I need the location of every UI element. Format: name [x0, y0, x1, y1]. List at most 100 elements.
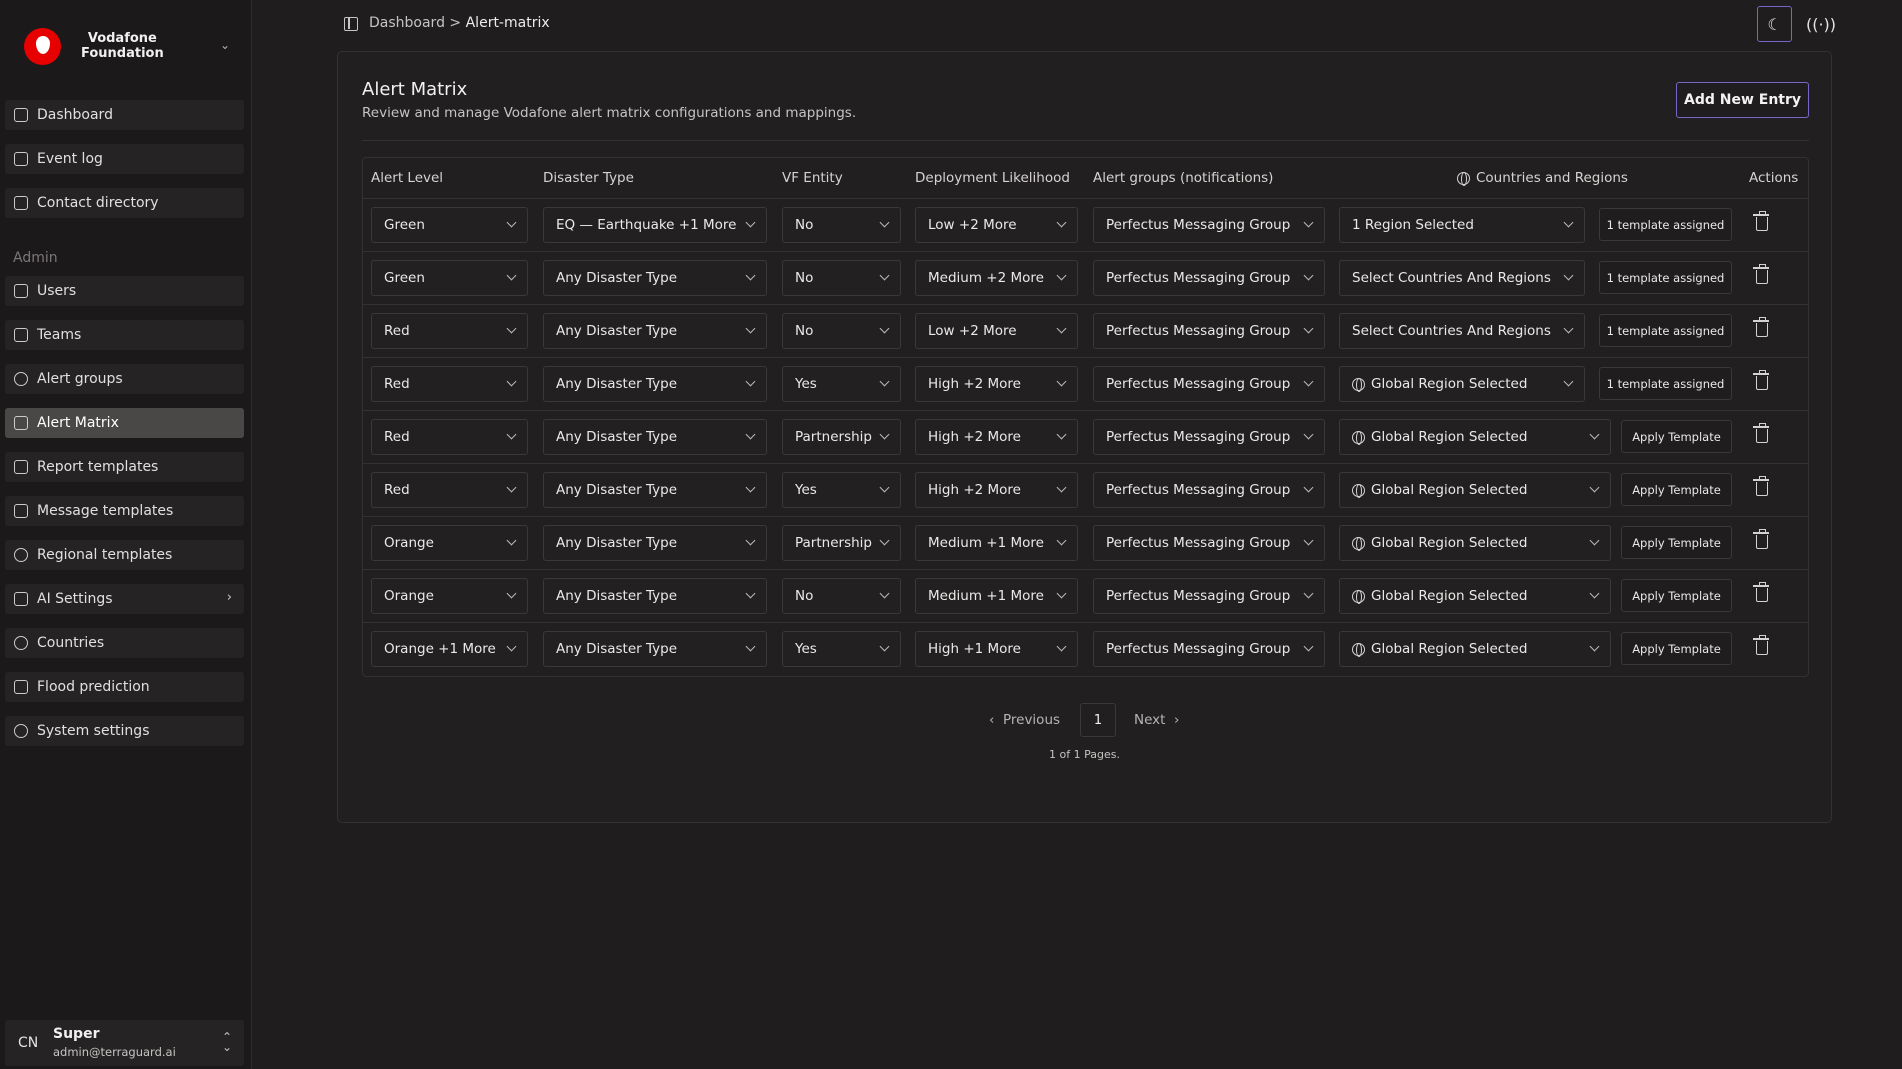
trash-icon[interactable] — [1753, 370, 1769, 390]
apply-template-button[interactable]: Apply Template — [1621, 473, 1732, 506]
sidebar-item-system-settings[interactable]: System settings — [5, 716, 244, 746]
vf-entity-select[interactable]: Partnership — [782, 419, 901, 455]
alert-level-select[interactable]: Green — [371, 260, 528, 296]
sidebar-item-regional-templates[interactable]: Regional templates — [5, 540, 244, 570]
sidebar-item-alert-matrix[interactable]: Alert Matrix — [5, 408, 244, 438]
countries-regions-select[interactable]: Global Region Selected — [1339, 578, 1611, 614]
theme-toggle-button[interactable]: ☾ — [1757, 6, 1792, 42]
alert-group-select[interactable]: Perfectus Messaging Group — [1093, 631, 1325, 667]
trash-icon[interactable] — [1753, 423, 1769, 443]
alert-group-select[interactable]: Perfectus Messaging Group — [1093, 419, 1325, 455]
alert-level-select[interactable]: Orange +1 More — [371, 631, 528, 667]
alert-group-select[interactable]: Perfectus Messaging Group — [1093, 207, 1325, 243]
trash-icon[interactable] — [1753, 476, 1769, 496]
alert-group-select[interactable]: Perfectus Messaging Group — [1093, 578, 1325, 614]
disaster-type-select[interactable]: EQ — Earthquake +1 More — [543, 207, 767, 243]
org-switcher[interactable]: Vodafone Foundation ⌄ — [0, 0, 252, 92]
countries-regions-select[interactable]: 1 Region Selected — [1339, 207, 1585, 243]
sidebar-item-contact-directory[interactable]: Contact directory — [5, 188, 244, 218]
countries-regions-select[interactable]: Global Region Selected — [1339, 525, 1611, 561]
sidebar-item-users[interactable]: Users — [5, 276, 244, 306]
deployment-likelihood-select[interactable]: High +2 More — [915, 366, 1078, 402]
disaster-type-select[interactable]: Any Disaster Type — [543, 472, 767, 508]
sidebar-item-dashboard[interactable]: Dashboard — [5, 100, 244, 130]
add-new-entry-button[interactable]: Add New Entry — [1676, 82, 1809, 118]
broadcast-button[interactable]: ((·)) — [1806, 10, 1836, 38]
countries-regions-select[interactable]: Select Countries And Regions — [1339, 313, 1585, 349]
trash-icon[interactable] — [1753, 582, 1769, 602]
deployment-likelihood-select[interactable]: Medium +2 More — [915, 260, 1078, 296]
countries-regions-select[interactable]: Global Region Selected — [1339, 631, 1611, 667]
chevron-down-icon — [1303, 429, 1314, 440]
disaster-type-select[interactable]: Any Disaster Type — [543, 366, 767, 402]
sidebar-item-flood-prediction[interactable]: Flood prediction — [5, 672, 244, 702]
sidebar-toggle-icon[interactable] — [344, 17, 358, 31]
sidebar-item-alert-groups[interactable]: Alert groups — [5, 364, 244, 394]
template-assigned-button[interactable]: 1 template assigned — [1599, 208, 1732, 241]
apply-template-button[interactable]: Apply Template — [1621, 579, 1732, 612]
disaster-type-select[interactable]: Any Disaster Type — [543, 578, 767, 614]
vf-entity-select[interactable]: No — [782, 313, 901, 349]
alert-group-select[interactable]: Perfectus Messaging Group — [1093, 472, 1325, 508]
alert-group-select[interactable]: Perfectus Messaging Group — [1093, 313, 1325, 349]
template-assigned-button[interactable]: 1 template assigned — [1599, 261, 1732, 294]
alert-level-select[interactable]: Red — [371, 366, 528, 402]
breadcrumb-dashboard[interactable]: Dashboard — [369, 15, 445, 31]
sidebar-item-ai-settings[interactable]: AI Settings › — [5, 584, 244, 614]
template-assigned-button[interactable]: 1 template assigned — [1599, 314, 1732, 347]
vf-entity-select[interactable]: Yes — [782, 472, 901, 508]
sidebar-item-teams[interactable]: Teams — [5, 320, 244, 350]
user-menu[interactable]: CN Super admin@terraguard.ai ⌃ ⌄ — [5, 1020, 244, 1066]
deployment-likelihood-select[interactable]: High +2 More — [915, 472, 1078, 508]
vf-entity-select[interactable]: Yes — [782, 631, 901, 667]
sidebar-item-message-templates[interactable]: Message templates — [5, 496, 244, 526]
vf-entity-select[interactable]: Yes — [782, 366, 901, 402]
trash-icon[interactable] — [1753, 211, 1769, 231]
vf-entity-select[interactable]: No — [782, 207, 901, 243]
alert-level-select[interactable]: Orange — [371, 578, 528, 614]
disaster-type-select[interactable]: Any Disaster Type — [543, 631, 767, 667]
sidebar-item-countries[interactable]: Countries — [5, 628, 244, 658]
deployment-likelihood-select[interactable]: High +1 More — [915, 631, 1078, 667]
apply-template-button[interactable]: Apply Template — [1621, 526, 1732, 559]
previous-page-button[interactable]: ‹ Previous — [989, 703, 1060, 737]
deployment-likelihood-select[interactable]: Medium +1 More — [915, 525, 1078, 561]
trash-icon[interactable] — [1753, 529, 1769, 549]
deployment-likelihood-select[interactable]: Low +2 More — [915, 207, 1078, 243]
disaster-type-select[interactable]: Any Disaster Type — [543, 313, 767, 349]
sidebar-item-event-log[interactable]: Event log — [5, 144, 244, 174]
alert-group-select[interactable]: Perfectus Messaging Group — [1093, 366, 1325, 402]
chevron-down-icon — [506, 270, 517, 281]
deployment-likelihood-select[interactable]: High +2 More — [915, 419, 1078, 455]
apply-template-button[interactable]: Apply Template — [1621, 632, 1732, 665]
sidebar-item-report-templates[interactable]: Report templates — [5, 452, 244, 482]
next-page-button[interactable]: Next › — [1134, 703, 1179, 737]
disaster-type-select[interactable]: Any Disaster Type — [543, 419, 767, 455]
deployment-likelihood-select[interactable]: Low +2 More — [915, 313, 1078, 349]
vf-entity-select[interactable]: No — [782, 260, 901, 296]
vf-entity-select[interactable]: No — [782, 578, 901, 614]
alert-level-select[interactable]: Red — [371, 472, 528, 508]
alert-group-select[interactable]: Perfectus Messaging Group — [1093, 260, 1325, 296]
countries-regions-select[interactable]: Global Region Selected — [1339, 419, 1611, 455]
alert-level-select[interactable]: Red — [371, 313, 528, 349]
disaster-type-select[interactable]: Any Disaster Type — [543, 260, 767, 296]
trash-icon[interactable] — [1753, 317, 1769, 337]
countries-regions-select[interactable]: Global Region Selected — [1339, 366, 1585, 402]
countries-regions-value: Global Region Selected — [1371, 535, 1528, 551]
trash-icon[interactable] — [1753, 264, 1769, 284]
deployment-likelihood-select[interactable]: Medium +1 More — [915, 578, 1078, 614]
alert-level-select[interactable]: Red — [371, 419, 528, 455]
disaster-type-select[interactable]: Any Disaster Type — [543, 525, 767, 561]
page-1-button[interactable]: 1 — [1080, 703, 1116, 737]
template-assigned-button[interactable]: 1 template assigned — [1599, 367, 1732, 400]
countries-regions-select[interactable]: Global Region Selected — [1339, 472, 1611, 508]
vf-entity-select[interactable]: Partnership — [782, 525, 901, 561]
cloud-icon — [14, 680, 28, 694]
alert-level-select[interactable]: Green — [371, 207, 528, 243]
apply-template-button[interactable]: Apply Template — [1621, 420, 1732, 453]
trash-icon[interactable] — [1753, 635, 1769, 655]
alert-level-select[interactable]: Orange — [371, 525, 528, 561]
countries-regions-select[interactable]: Select Countries And Regions — [1339, 260, 1585, 296]
alert-group-select[interactable]: Perfectus Messaging Group — [1093, 525, 1325, 561]
